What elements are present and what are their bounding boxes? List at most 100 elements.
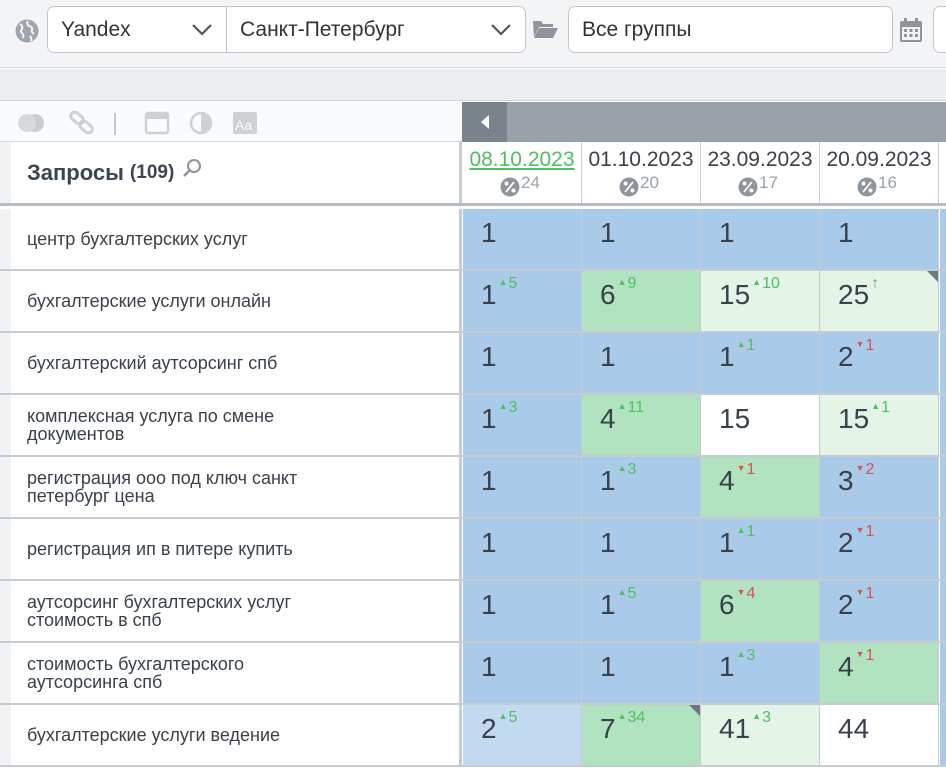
query-text[interactable]: бухгалтерские услуги онлайн — [0, 271, 462, 331]
date-label[interactable]: 08.10.2023 — [463, 148, 581, 172]
date-column-header[interactable]: 08.10.2023 24 — [463, 142, 582, 203]
position-change: ▲1 — [871, 399, 890, 416]
date-column-header[interactable]: 23.09.2023 17 — [701, 142, 820, 203]
position-value: 44 — [820, 705, 938, 745]
position-change-value: 1 — [881, 399, 890, 416]
arrow-down-icon: ▼ — [855, 587, 865, 597]
position-cell[interactable]: 1 — [582, 333, 701, 393]
queries-count: (109) — [129, 161, 175, 183]
position-change-value: 9 — [627, 275, 637, 292]
search-icon[interactable] — [182, 158, 202, 178]
date-label[interactable]: 01.10.2023 — [582, 148, 700, 172]
position-change: ▲10 — [752, 275, 780, 292]
next-date-cell — [940, 581, 946, 641]
date-label[interactable]: 20.09.2023 — [820, 148, 938, 172]
globe-icon[interactable] — [14, 18, 40, 44]
top-percent: 16 — [857, 173, 897, 197]
position-cell[interactable]: 15 — [701, 395, 820, 455]
position-value: 1 ▲3 — [701, 643, 819, 683]
position-cell[interactable]: 2 ▼1 — [820, 333, 939, 393]
position-number: 4 — [838, 651, 854, 682]
link-icon[interactable] — [68, 111, 96, 135]
position-number: 1 — [481, 279, 497, 310]
position-cell[interactable]: 1 ▲3 — [701, 643, 820, 703]
position-cell[interactable]: 2 ▼1 — [820, 519, 939, 579]
position-number: 1 — [600, 651, 616, 682]
date-column-header[interactable]: 20.09.2023 16 — [820, 142, 939, 203]
date-label[interactable]: 23.09.2023 — [701, 148, 819, 172]
position-cell[interactable]: 1 ▲3 — [582, 457, 701, 517]
position-cell[interactable]: 1 — [463, 519, 582, 579]
contrast-icon[interactable] — [188, 111, 214, 135]
query-text[interactable]: аутсорсинг бухгалтерских услуг стоимость… — [0, 581, 462, 641]
position-value: 15 ▲1 — [820, 395, 938, 435]
position-change: ▲3 — [499, 399, 518, 416]
position-cell[interactable]: 1 ▲1 — [701, 333, 820, 393]
next-date-cell — [940, 643, 946, 703]
position-cell[interactable]: 1 ▲1 — [701, 519, 820, 579]
position-cell[interactable]: 1 — [582, 519, 701, 579]
position-cell[interactable]: 4 ▲11 — [582, 395, 701, 455]
query-text[interactable]: комплексная услуга по смене документов — [0, 395, 462, 455]
position-cell[interactable]: 1 — [820, 209, 939, 269]
group-filter-input[interactable]: Все группы — [568, 6, 893, 53]
position-number: 1 — [719, 527, 735, 558]
svg-text:Aa: Aa — [235, 117, 252, 133]
position-cell[interactable]: 2 ▲5 — [463, 705, 582, 765]
date-column-header[interactable]: 01.10.2023 20 — [582, 142, 701, 203]
top-percent-value: 24 — [521, 173, 540, 192]
position-cell[interactable]: 1 — [463, 457, 582, 517]
query-text[interactable]: бухгалтерский аутсорсинг спб — [0, 333, 462, 393]
position-cell[interactable]: 1 — [463, 209, 582, 269]
collapse-button[interactable] — [462, 102, 507, 142]
folder-icon[interactable] — [531, 16, 559, 42]
position-cell[interactable]: 1 ▲3 — [463, 395, 582, 455]
position-cell[interactable]: 44 — [820, 705, 939, 765]
position-cell[interactable]: 7 ▲34 — [582, 705, 701, 765]
position-cell[interactable]: 41 ▲3 — [701, 705, 820, 765]
arrow-up-icon: ▲ — [871, 401, 881, 411]
position-number: 6 — [600, 279, 616, 310]
position-cell[interactable]: 4 ▼1 — [820, 643, 939, 703]
toggle-icon[interactable] — [16, 111, 46, 135]
position-cell[interactable]: 3 ▼2 — [820, 457, 939, 517]
calendar-icon[interactable] — [899, 17, 923, 43]
position-value: 1 ▲5 — [463, 271, 581, 311]
query-text[interactable]: регистрация ооо под ключ санкт петербург… — [0, 457, 462, 517]
position-cell[interactable]: 1 ▲5 — [463, 271, 582, 331]
position-cell[interactable]: 1 — [582, 209, 701, 269]
position-number: 4 — [719, 465, 735, 496]
position-change: ▼1 — [856, 523, 875, 540]
query-text[interactable]: центр бухгалтерских услуг — [0, 209, 462, 269]
position-cell[interactable]: 1 — [701, 209, 820, 269]
search-engine-select[interactable]: Yandex — [47, 6, 227, 53]
position-cell[interactable]: 15 ▲10 — [701, 271, 820, 331]
next-date-cell — [940, 271, 946, 331]
position-cell[interactable]: 6 ▼4 — [701, 581, 820, 641]
date-range-control[interactable] — [933, 6, 946, 53]
position-change: ▲5 — [499, 275, 518, 292]
position-value: 1 — [582, 333, 700, 373]
font-size-icon[interactable]: Aa — [232, 111, 258, 135]
query-text[interactable]: стоимость бухгалтерского аутсорсинга спб — [0, 643, 462, 703]
position-change-value: 4 — [746, 585, 756, 602]
region-select[interactable]: Санкт-Петербург — [227, 6, 526, 53]
position-cell[interactable]: 6 ▲9 — [582, 271, 701, 331]
position-cell[interactable]: 1 — [463, 581, 582, 641]
query-text[interactable]: бухгалтерские услуги ведение — [0, 705, 462, 765]
window-icon[interactable] — [144, 111, 170, 135]
position-cell[interactable]: 15 ▲1 — [820, 395, 939, 455]
position-cell[interactable]: 2 ▼1 — [820, 581, 939, 641]
position-value: 2 ▼1 — [820, 519, 938, 559]
query-text[interactable]: регистрация ип в питере купить — [0, 519, 462, 579]
position-cell[interactable]: 25 ↑ — [820, 271, 939, 331]
position-cell[interactable]: 1 — [463, 643, 582, 703]
position-number: 2 — [481, 713, 497, 744]
position-cell[interactable]: 4 ▼1 — [701, 457, 820, 517]
percent-icon — [500, 177, 520, 197]
table-row: аутсорсинг бухгалтерских услуг стоимость… — [0, 581, 946, 643]
position-cell[interactable]: 1 — [582, 643, 701, 703]
position-change: ▼2 — [856, 461, 875, 478]
position-cell[interactable]: 1 ▲5 — [582, 581, 701, 641]
position-cell[interactable]: 1 — [463, 333, 582, 393]
